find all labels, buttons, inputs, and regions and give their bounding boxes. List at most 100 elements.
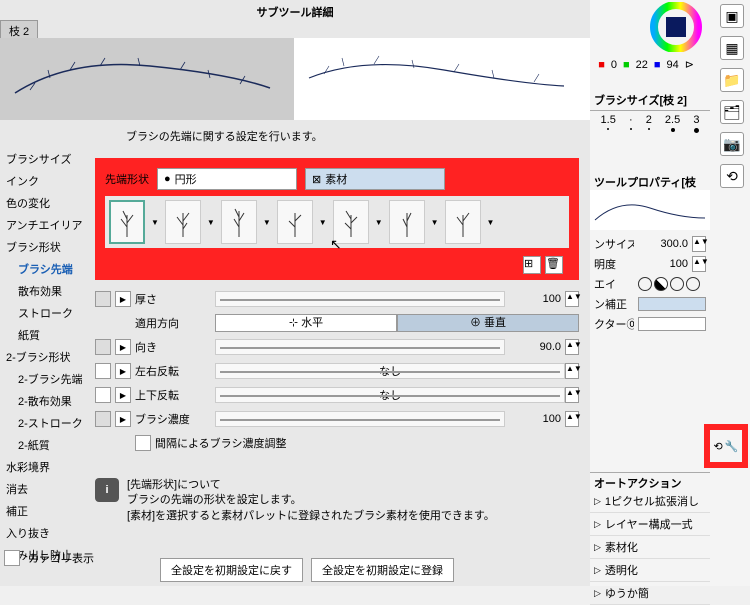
flip-v-value[interactable]: なし bbox=[215, 387, 565, 403]
wrench-icon[interactable]: 🔧 bbox=[725, 440, 739, 453]
flip-h-toggle[interactable] bbox=[95, 363, 111, 379]
thickness-slider[interactable] bbox=[215, 291, 505, 307]
register-defaults-button[interactable]: 全設定を初期設定に登録 bbox=[311, 558, 454, 582]
action-item-4[interactable]: ▷ゆうか簡 bbox=[590, 582, 710, 605]
toolbar-history-icon[interactable]: ⟲ bbox=[720, 164, 744, 188]
action-item-2[interactable]: ▷素材化 bbox=[590, 536, 710, 559]
flip-v-expand[interactable]: ▶ bbox=[115, 387, 131, 403]
sidebar-item-17[interactable]: 入り抜き bbox=[4, 522, 94, 544]
add-material-icon[interactable]: ⊞ bbox=[523, 256, 541, 274]
sidebar-item-2[interactable]: 色の変化 bbox=[4, 192, 94, 214]
category-show-checkbox[interactable] bbox=[4, 550, 20, 566]
sidebar-item-6[interactable]: 散布効果 bbox=[4, 280, 94, 302]
brush-preview bbox=[0, 38, 590, 120]
sidebar-item-15[interactable]: 消去 bbox=[4, 478, 94, 500]
flip-v-spinner[interactable]: ▲▼ bbox=[565, 387, 579, 403]
direction-label: 向き bbox=[135, 339, 215, 355]
apply-dir-horizontal[interactable]: ⊹ 水平 bbox=[215, 314, 397, 332]
brush-size-palette[interactable]: 1.5 · 2 2.5 3 bbox=[590, 110, 710, 137]
prop-opacity-spinner[interactable]: ▲▼ bbox=[692, 256, 706, 272]
action-item-1[interactable]: ▷レイヤー構成一式 bbox=[590, 513, 710, 536]
apply-dir-label: 適用方向 bbox=[135, 315, 215, 331]
density-slider[interactable] bbox=[215, 411, 505, 427]
sidebar-item-4[interactable]: ブラシ形状 bbox=[4, 236, 94, 258]
settings-sidebar: ブラシサイズインク色の変化アンチエイリアブラシ形状ブラシ先端散布効果ストローク紙… bbox=[4, 148, 94, 566]
tip-shape-label: 先端形状 bbox=[105, 171, 149, 187]
prop-size-label: ンサイズ bbox=[594, 236, 634, 252]
density-label: ブラシ濃度 bbox=[135, 411, 215, 427]
density-value[interactable]: 100 bbox=[505, 413, 565, 425]
toolbar-layers-icon[interactable]: ▣ bbox=[720, 4, 744, 28]
play-icon[interactable]: ⊳ bbox=[685, 58, 694, 71]
info-text: [先端形状]について ブラシの先端の形状を設定します。 [素材]を選択すると素材… bbox=[127, 478, 579, 524]
prop-aa-options[interactable] bbox=[638, 277, 700, 291]
color-wheel[interactable] bbox=[642, 2, 710, 52]
sidebar-item-0[interactable]: ブラシサイズ bbox=[4, 148, 94, 170]
tip-shape-material[interactable]: ⊠ 素材 bbox=[305, 168, 445, 190]
cursor-icon: ↖ bbox=[330, 236, 342, 253]
description: ブラシの先端に関する設定を行います。 bbox=[126, 128, 323, 144]
category-show-label: カテゴリ表示 bbox=[28, 550, 94, 566]
thickness-expand[interactable]: ▶ bbox=[115, 291, 131, 307]
sidebar-item-14[interactable]: 水彩境界 bbox=[4, 456, 94, 478]
prop-size-spinner[interactable]: ▲▼ bbox=[692, 236, 706, 252]
brush-size-palette-title: ブラシサイズ[枝 2] bbox=[590, 90, 710, 111]
sidebar-item-11[interactable]: 2-散布効果 bbox=[4, 390, 94, 412]
direction-slider[interactable] bbox=[215, 339, 505, 355]
thickness-value[interactable]: 100 bbox=[505, 293, 565, 305]
reset-tool-icon[interactable]: ⟲ bbox=[714, 440, 723, 453]
interval-density-label: 間隔によるブラシ濃度調整 bbox=[155, 435, 286, 451]
direction-expand[interactable]: ▶ bbox=[115, 339, 131, 355]
flip-v-toggle[interactable] bbox=[95, 387, 111, 403]
prop-vector-slider[interactable] bbox=[638, 317, 706, 331]
delete-material-icon[interactable]: 🗑 bbox=[545, 256, 563, 274]
direction-toggle[interactable] bbox=[95, 339, 111, 355]
sidebar-item-16[interactable]: 補正 bbox=[4, 500, 94, 522]
flip-h-expand[interactable]: ▶ bbox=[115, 363, 131, 379]
direction-value[interactable]: 90.0 bbox=[505, 341, 565, 353]
tool-settings-highlight: ⟲ 🔧 bbox=[704, 424, 748, 468]
direction-spinner[interactable]: ▲▼ bbox=[565, 339, 579, 355]
apply-dir-vertical[interactable]: ⊕ 垂直 bbox=[397, 314, 579, 332]
density-toggle[interactable] bbox=[95, 411, 111, 427]
tool-property-preview bbox=[590, 190, 710, 230]
sidebar-item-8[interactable]: 紙質 bbox=[4, 324, 94, 346]
prop-stab-label: ン補正 bbox=[594, 296, 634, 312]
thickness-spinner[interactable]: ▲▼ bbox=[565, 291, 579, 307]
toolbar-folder-icon[interactable]: 📁 bbox=[720, 68, 744, 92]
info-icon: i bbox=[95, 478, 119, 502]
sidebar-item-9[interactable]: 2-ブラシ形状 bbox=[4, 346, 94, 368]
sidebar-item-7[interactable]: ストローク bbox=[4, 302, 94, 324]
flip-h-label: 左右反転 bbox=[135, 363, 215, 379]
sidebar-item-3[interactable]: アンチエイリア bbox=[4, 214, 94, 236]
prop-aa-label: エイ bbox=[594, 276, 634, 292]
action-item-3[interactable]: ▷透明化 bbox=[590, 559, 710, 582]
toolbar-material-icon[interactable]: ▦ bbox=[720, 36, 744, 60]
density-expand[interactable]: ▶ bbox=[115, 411, 131, 427]
prop-vector-label: クター⓪ bbox=[594, 316, 634, 332]
thickness-toggle[interactable] bbox=[95, 291, 111, 307]
sidebar-item-5[interactable]: ブラシ先端 bbox=[4, 258, 94, 280]
sidebar-item-1[interactable]: インク bbox=[4, 170, 94, 192]
flip-h-spinner[interactable]: ▲▼ bbox=[565, 363, 579, 379]
prop-stab-slider[interactable] bbox=[638, 297, 706, 311]
flip-h-value[interactable]: なし bbox=[215, 363, 565, 379]
sidebar-item-10[interactable]: 2-ブラシ先端 bbox=[4, 368, 94, 390]
flip-v-label: 上下反転 bbox=[135, 387, 215, 403]
toolbar-folder2-icon[interactable]: 🗂 bbox=[720, 100, 744, 124]
tip-shape-circle[interactable]: ● 円形 bbox=[157, 168, 297, 190]
tip-shape-highlight: 先端形状 ● 円形 ⊠ 素材 ▼ ▼ ▼ ▼ ▼ ▼ ▼ ↖ ⊞ 🗑 bbox=[95, 158, 579, 280]
reset-all-button[interactable]: 全設定を初期設定に戻す bbox=[160, 558, 303, 582]
interval-density-checkbox[interactable] bbox=[135, 435, 151, 451]
toolbar-camera-icon[interactable]: 📷 bbox=[720, 132, 744, 156]
thickness-label: 厚さ bbox=[135, 291, 215, 307]
density-spinner[interactable]: ▲▼ bbox=[565, 411, 579, 427]
prop-opacity-label: 明度 bbox=[594, 256, 634, 272]
auto-action-list: ▷1ピクセル拡張消し▷レイヤー構成一式▷素材化▷透明化▷ゆうか簡 bbox=[590, 490, 710, 605]
prop-opacity-value[interactable]: 100 bbox=[670, 258, 688, 270]
sidebar-item-13[interactable]: 2-紙質 bbox=[4, 434, 94, 456]
prop-size-value[interactable]: 300.0 bbox=[660, 238, 688, 250]
dialog-title: サブツール詳細 bbox=[0, 0, 590, 24]
sidebar-item-12[interactable]: 2-ストローク bbox=[4, 412, 94, 434]
action-item-0[interactable]: ▷1ピクセル拡張消し bbox=[590, 490, 710, 513]
